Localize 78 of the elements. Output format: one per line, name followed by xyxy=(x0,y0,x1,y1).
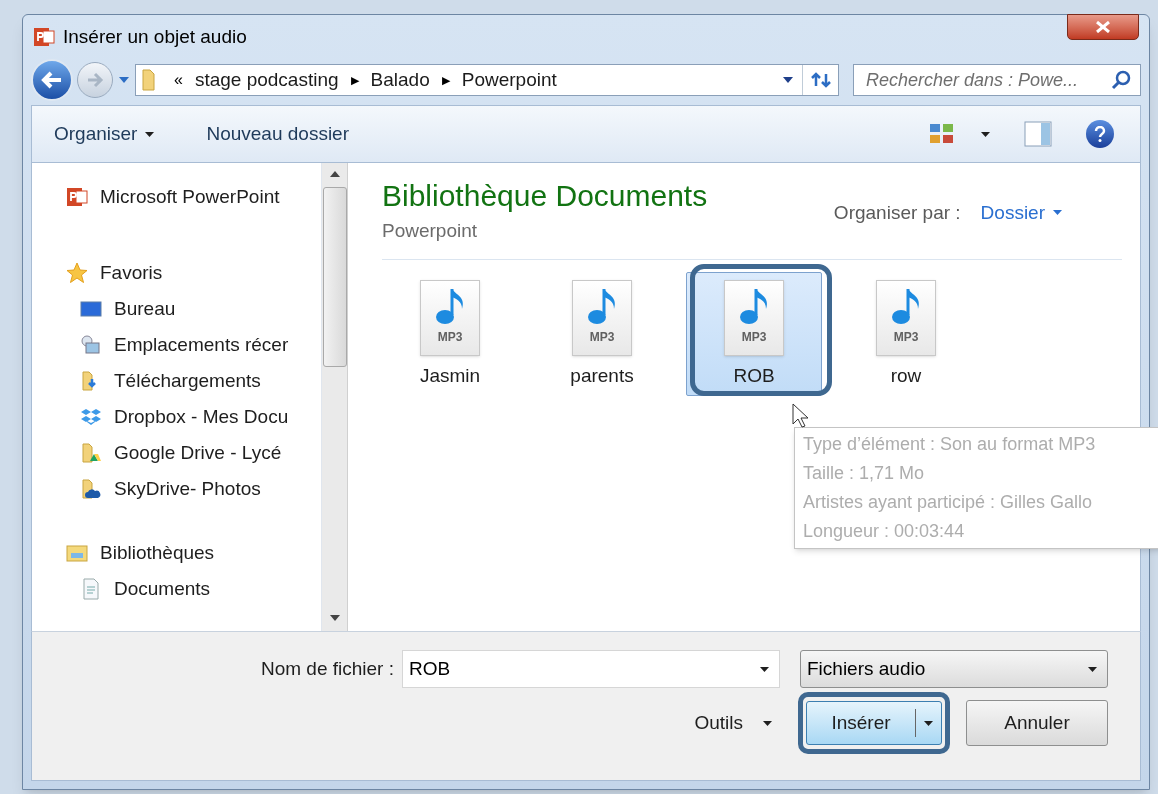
caret-icon xyxy=(763,720,772,726)
nav-item[interactable]: Microsoft PowerPoint xyxy=(32,179,321,215)
view-icon xyxy=(929,123,955,145)
file-item[interactable]: MP3 parents xyxy=(534,272,670,396)
address-bar[interactable]: « stage podcasting ▶ Balado ▶ Powerpoint xyxy=(135,64,839,96)
overflow-chevron[interactable]: « xyxy=(174,68,183,92)
help-button[interactable] xyxy=(1086,120,1114,148)
file-item[interactable]: MP3 ROB xyxy=(686,272,822,396)
cloud-folder-icon xyxy=(80,478,102,500)
drive-folder-icon xyxy=(80,442,102,464)
arrow-left-icon xyxy=(41,71,63,89)
document-icon xyxy=(80,578,102,600)
help-icon xyxy=(1094,126,1106,142)
scrollbar[interactable] xyxy=(322,163,348,631)
file-item[interactable]: MP3 row xyxy=(838,272,974,396)
caret-icon xyxy=(1053,210,1062,216)
window-title: Insérer un objet audio xyxy=(63,24,247,49)
file-item[interactable]: MP3 Jasmin xyxy=(382,272,518,396)
tooltip-line: Type d’élément : Son au format MP3 xyxy=(803,433,1097,456)
nav-item[interactable]: SkyDrive- Photos xyxy=(32,471,321,507)
caret-icon xyxy=(760,666,769,672)
caret-icon xyxy=(924,720,933,726)
organize-menu-button[interactable]: Organiser xyxy=(54,119,155,149)
tooltip-line: Taille : 1,71 Mo xyxy=(803,462,926,485)
close-icon xyxy=(1096,21,1110,33)
filename-label: Nom de fichier : xyxy=(260,656,394,681)
filename-field[interactable]: ROB xyxy=(402,650,780,688)
box-icon xyxy=(80,406,102,428)
file-type-label: MP3 xyxy=(741,331,767,343)
library-icon xyxy=(66,542,88,564)
back-button[interactable] xyxy=(31,59,73,101)
scrollbar-thumb[interactable] xyxy=(322,187,347,367)
presentation-app-icon xyxy=(33,26,55,48)
nav-item[interactable]: Documents xyxy=(32,571,321,607)
file-type-label: MP3 xyxy=(589,331,615,343)
close-button[interactable] xyxy=(1067,14,1139,40)
nav-item[interactable]: Dropbox - Mes Docu xyxy=(32,399,321,435)
scroll-down-icon xyxy=(329,615,340,621)
caret-icon xyxy=(119,77,129,83)
arrange-dropdown[interactable]: Dossier xyxy=(980,198,1062,227)
desktop-icon xyxy=(80,298,102,320)
nav-item[interactable]: Favoris xyxy=(32,255,321,291)
insert-split-button[interactable]: Insérer xyxy=(806,701,942,745)
breadcrumb[interactable]: stage podcasting xyxy=(194,65,339,95)
nav-item[interactable]: Emplacements récer xyxy=(32,327,321,363)
preview-pane-icon xyxy=(1024,121,1052,147)
search-field[interactable]: Rechercher dans : Powe... xyxy=(853,64,1141,96)
caret-icon xyxy=(1088,666,1097,672)
scroll-up-icon xyxy=(329,171,340,177)
new-folder-button[interactable]: Nouveau dossier xyxy=(206,119,349,149)
breadcrumb[interactable]: Powerpoint xyxy=(461,65,557,95)
tooltip-line: Longueur : 00:03:44 xyxy=(803,520,966,543)
breadcrumb[interactable]: Balado xyxy=(370,65,430,95)
recent-places-icon xyxy=(80,334,102,356)
tooltip-line: Artistes ayant participé : Gilles Gallo xyxy=(803,491,1094,514)
file-type-label: MP3 xyxy=(893,331,919,343)
view-options-button[interactable] xyxy=(929,123,990,145)
search-icon xyxy=(1111,70,1131,90)
tools-menu-button[interactable]: Outils xyxy=(694,708,772,738)
caret-icon xyxy=(783,77,793,83)
breadcrumb-separator[interactable]: ▶ xyxy=(350,71,359,89)
nav-item[interactable]: Bibliothèques xyxy=(32,535,321,571)
caret-icon xyxy=(981,131,990,137)
caret-icon xyxy=(145,131,155,137)
cancel-button[interactable]: Annuler xyxy=(966,700,1108,746)
refresh-icon xyxy=(809,72,832,88)
breadcrumb-separator[interactable]: ▶ xyxy=(441,71,450,89)
library-subtitle: Powerpoint xyxy=(382,218,479,243)
arrange-label: Organiser par : xyxy=(833,200,961,225)
nav-item[interactable]: Bureau xyxy=(32,291,321,327)
presentation-app-icon xyxy=(66,186,88,208)
nav-item[interactable]: Téléchargements xyxy=(32,363,321,399)
library-title: Bibliothèque Documents xyxy=(382,178,708,214)
arrow-right-icon xyxy=(86,72,104,88)
file-type-select[interactable]: Fichiers audio xyxy=(800,650,1108,688)
nav-item[interactable]: Google Drive - Lycé xyxy=(32,435,321,471)
file-type-label: MP3 xyxy=(437,331,463,343)
star-icon xyxy=(66,262,88,284)
